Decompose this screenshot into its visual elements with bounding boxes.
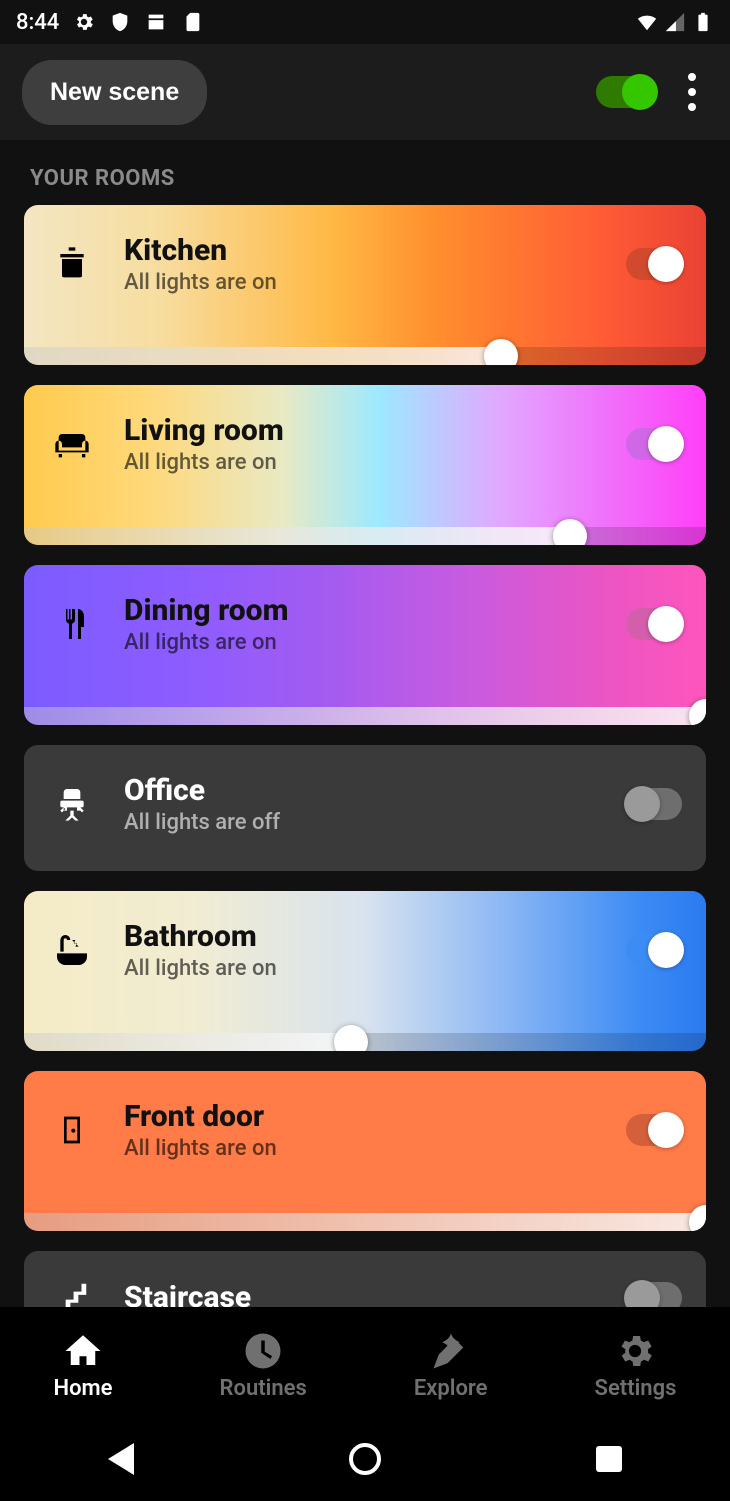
room-toggle-office[interactable] [626, 788, 682, 820]
room-status: All lights are on [124, 270, 598, 295]
android-status-bar: 8:44 [0, 0, 730, 44]
bottom-tab-bar: Home Routines Explore Settings [0, 1307, 730, 1417]
android-nav-bar [0, 1417, 730, 1501]
room-card-living[interactable]: Living room All lights are on [24, 385, 706, 545]
master-power-toggle[interactable] [596, 76, 656, 108]
room-card-office[interactable]: Office All lights are off [24, 745, 706, 871]
tab-routines[interactable]: Routines [220, 1330, 307, 1401]
nav-back-button[interactable] [108, 1443, 134, 1475]
nav-recent-button[interactable] [596, 1446, 622, 1472]
bath-icon [48, 929, 96, 971]
rooms-list: Kitchen All lights are on Living room Al… [0, 205, 730, 1377]
room-card-door[interactable]: Front door All lights are on [24, 1071, 706, 1231]
chair-icon [48, 782, 96, 826]
sofa-icon [48, 424, 96, 464]
tab-home[interactable]: Home [54, 1330, 113, 1401]
wifi-icon [636, 11, 658, 33]
room-status: All lights are on [124, 630, 598, 655]
room-toggle-kitchen[interactable] [626, 248, 682, 280]
new-scene-button[interactable]: New scene [22, 60, 207, 125]
room-status: All lights are on [124, 956, 598, 981]
brightness-slider-kitchen[interactable] [24, 347, 706, 365]
door-icon [48, 1109, 96, 1151]
sd-card-icon [181, 11, 203, 33]
brightness-slider-door[interactable] [24, 1213, 706, 1231]
nav-home-button[interactable] [349, 1443, 381, 1475]
gear-icon [73, 11, 95, 33]
battery-icon [692, 11, 714, 33]
room-toggle-living[interactable] [626, 428, 682, 460]
app-bar: New scene [0, 44, 730, 140]
room-toggle-door[interactable] [626, 1114, 682, 1146]
room-card-dining[interactable]: Dining room All lights are on [24, 565, 706, 725]
section-heading-rooms: YOUR ROOMS [0, 140, 730, 205]
room-toggle-bath[interactable] [626, 934, 682, 966]
tab-label: Home [54, 1376, 113, 1401]
room-name: Dining room [124, 593, 598, 628]
calendar-icon [145, 11, 167, 33]
room-status: All lights are off [124, 810, 598, 835]
room-toggle-dining[interactable] [626, 608, 682, 640]
clock: 8:44 [16, 10, 59, 35]
tab-label: Routines [220, 1376, 307, 1401]
cutlery-icon [48, 604, 96, 644]
room-card-kitchen[interactable]: Kitchen All lights are on [24, 205, 706, 365]
room-name: Office [124, 773, 598, 808]
tab-settings[interactable]: Settings [595, 1330, 677, 1401]
room-status: All lights are on [124, 1136, 598, 1161]
tab-explore[interactable]: Explore [414, 1330, 488, 1401]
brightness-slider-dining[interactable] [24, 707, 706, 725]
cellular-icon [664, 11, 686, 33]
room-name: Living room [124, 413, 598, 448]
room-name: Bathroom [124, 919, 598, 954]
tab-label: Explore [414, 1376, 488, 1401]
room-name: Front door [124, 1099, 598, 1134]
pot-icon [48, 244, 96, 284]
room-card-bath[interactable]: Bathroom All lights are on [24, 891, 706, 1051]
room-status: All lights are on [124, 450, 598, 475]
brightness-slider-bath[interactable] [24, 1033, 706, 1051]
more-menu-button[interactable] [676, 65, 708, 119]
brightness-slider-living[interactable] [24, 527, 706, 545]
room-name: Kitchen [124, 233, 598, 268]
tab-label: Settings [595, 1376, 677, 1401]
shield-icon [109, 11, 131, 33]
